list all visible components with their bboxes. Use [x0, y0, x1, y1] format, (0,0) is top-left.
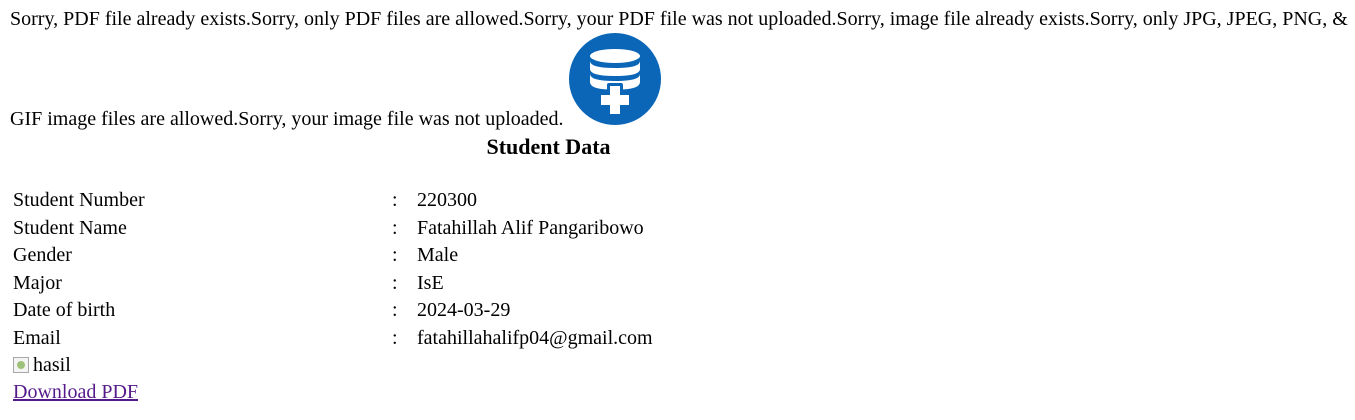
student-name-value: Fatahillah Alif Pangaribowo: [417, 216, 644, 239]
page: Sorry, PDF file already exists.Sorry, on…: [0, 0, 1355, 420]
separator: :: [392, 271, 398, 294]
major-value: IsE: [417, 271, 444, 294]
student-data-table: Student Number : 220300 Student Name : F…: [13, 188, 713, 353]
separator: :: [392, 244, 398, 266]
result-image-broken: hasil: [13, 353, 71, 377]
table-row: Major : IsE: [13, 271, 713, 299]
separator: :: [392, 216, 398, 239]
table-row: Date of birth : 2024-03-29: [13, 298, 713, 326]
separator: :: [392, 326, 398, 349]
date-of-birth-label: Date of birth: [13, 299, 116, 321]
date-of-birth-value: 2024-03-29: [417, 299, 511, 321]
student-number-label: Student Number: [13, 189, 145, 211]
gender-value: Male: [417, 244, 459, 266]
broken-image-icon: [13, 357, 29, 373]
download-pdf-link[interactable]: Download PDF: [13, 380, 138, 404]
separator: :: [392, 189, 398, 211]
table-row: Email : fatahillahalifp04@gmail.com: [13, 326, 713, 354]
result-image-alt-text: hasil: [33, 354, 71, 376]
upload-error-messages-line-1: Sorry, PDF file already exists.Sorry, on…: [10, 8, 1348, 30]
gender-label: Gender: [13, 244, 72, 266]
separator: :: [392, 299, 398, 321]
student-number-value: 220300: [417, 189, 477, 211]
student-name-label: Student Name: [13, 216, 127, 239]
email-value: fatahillahalifp04@gmail.com: [417, 326, 653, 349]
page-title: Student Data: [486, 134, 611, 159]
major-label: Major: [13, 271, 62, 294]
email-label: Email: [13, 326, 61, 349]
table-row: Student Number : 220300: [13, 188, 713, 216]
upload-error-messages-line-2: GIF image files are allowed.Sorry, your …: [10, 108, 564, 130]
table-row: Student Name : Fatahillah Alif Pangaribo…: [13, 216, 713, 244]
table-row: Gender : Male: [13, 243, 713, 271]
